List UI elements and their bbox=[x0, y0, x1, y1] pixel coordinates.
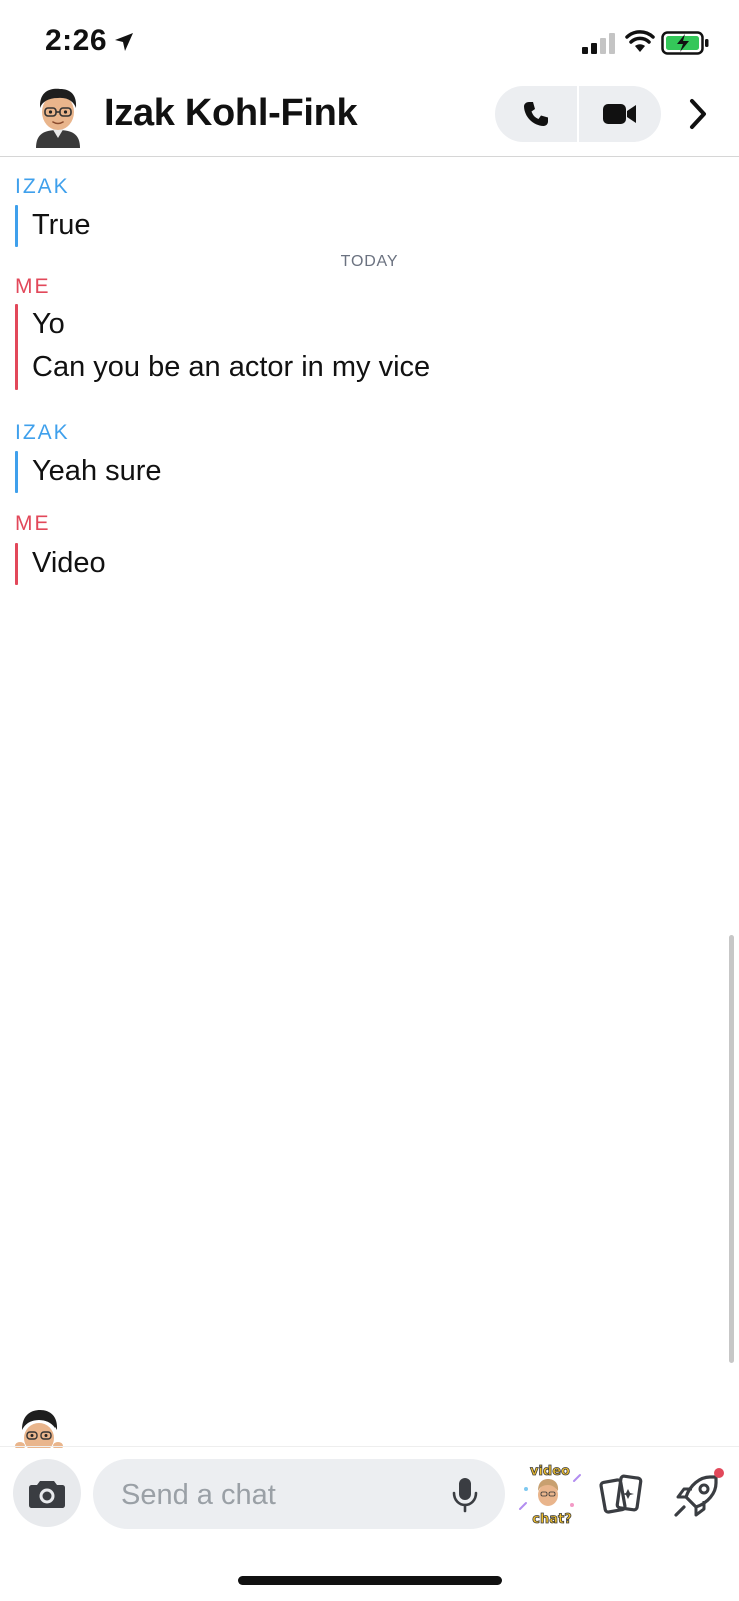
phone-icon bbox=[524, 102, 548, 126]
message-text[interactable]: True bbox=[32, 209, 91, 242]
friend-presence-avatar bbox=[15, 1410, 63, 1448]
message-text[interactable]: Yo bbox=[32, 308, 65, 341]
message-bar bbox=[15, 304, 18, 390]
video-camera-icon bbox=[603, 104, 636, 124]
voice-call-button[interactable] bbox=[495, 86, 577, 142]
home-indicator[interactable] bbox=[238, 1576, 502, 1585]
open-profile-button[interactable] bbox=[680, 94, 716, 134]
chat-header: Izak Kohl-Fink bbox=[0, 80, 739, 157]
status-bar: 2:26 bbox=[0, 0, 739, 80]
camera-button[interactable] bbox=[13, 1459, 81, 1527]
sender-label: IZAK bbox=[15, 175, 70, 198]
status-time: 2:26 bbox=[45, 24, 108, 57]
sender-label: IZAK bbox=[15, 421, 70, 444]
sticker-text-top: video bbox=[530, 1464, 570, 1479]
scrollbar[interactable] bbox=[729, 935, 734, 1363]
video-chat-sticker-button[interactable]: video chat? bbox=[514, 1459, 584, 1529]
location-arrow-icon bbox=[115, 33, 133, 51]
message-text[interactable]: Yeah sure bbox=[32, 455, 162, 488]
message-bar bbox=[15, 451, 18, 493]
message-bar bbox=[15, 543, 18, 585]
call-button-group bbox=[495, 86, 661, 142]
cards-icon bbox=[599, 1474, 643, 1514]
battery-charging-icon bbox=[661, 31, 709, 55]
wifi-icon bbox=[625, 30, 655, 52]
microphone-icon bbox=[452, 1478, 478, 1513]
rocket-games-icon[interactable] bbox=[670, 1467, 728, 1523]
chevron-right-icon bbox=[690, 99, 706, 129]
camera-icon bbox=[29, 1481, 65, 1508]
sender-label: ME bbox=[15, 275, 51, 298]
voice-note-button[interactable] bbox=[443, 1473, 487, 1517]
message-text[interactable]: Can you be an actor in my vice bbox=[32, 351, 430, 384]
message-bar bbox=[15, 205, 18, 247]
chat-input-container bbox=[93, 1459, 505, 1531]
contact-avatar[interactable] bbox=[30, 84, 86, 148]
contact-name[interactable]: Izak Kohl-Fink bbox=[104, 92, 358, 135]
message-text[interactable]: Video bbox=[32, 547, 106, 580]
chat-input[interactable] bbox=[119, 1459, 423, 1531]
sticker-text-bottom: chat? bbox=[532, 1512, 572, 1527]
sender-label: ME bbox=[15, 512, 51, 535]
cellular-signal-icon bbox=[582, 33, 615, 54]
memories-cards-button[interactable] bbox=[596, 1469, 648, 1521]
date-separator: TODAY bbox=[340, 253, 399, 270]
notification-dot bbox=[714, 1468, 724, 1478]
video-call-button[interactable] bbox=[579, 86, 661, 142]
